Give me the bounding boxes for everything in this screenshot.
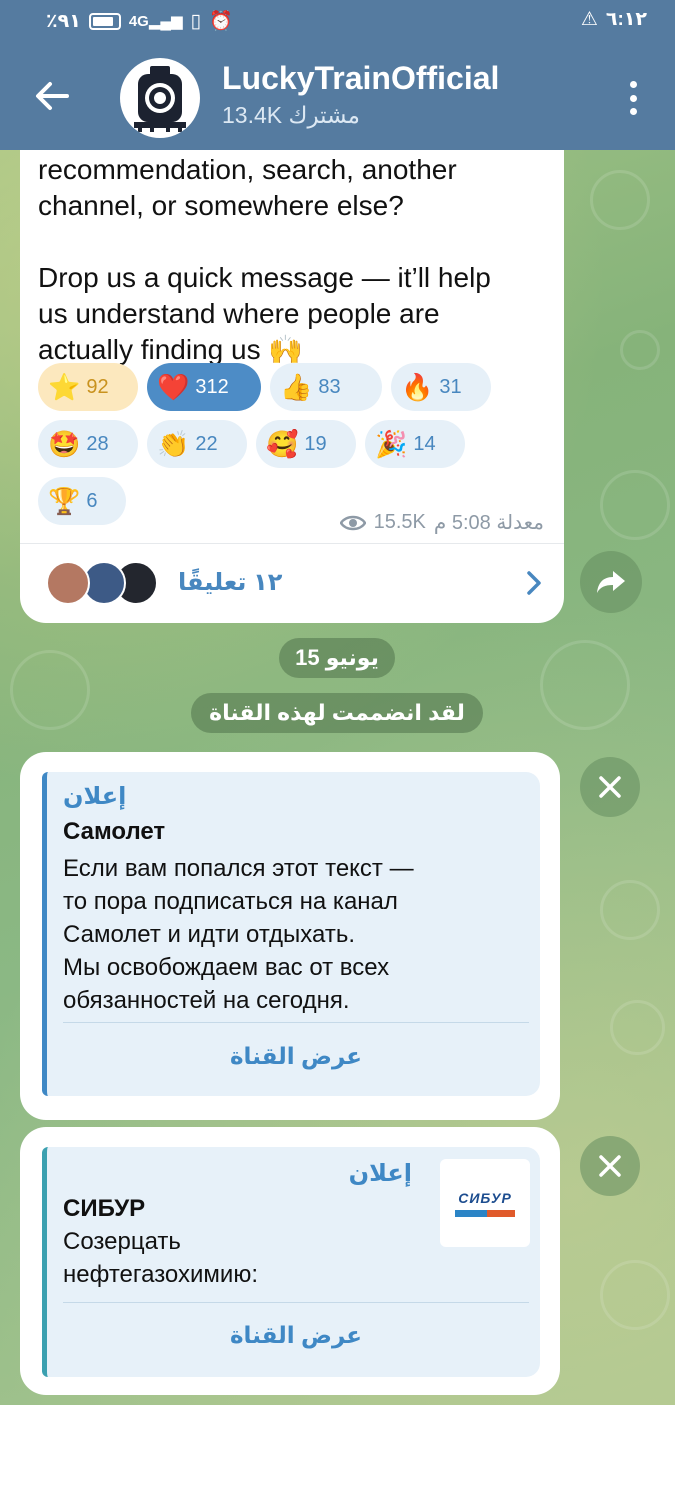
- commenter-avatar: [46, 561, 90, 605]
- reaction-count: 92: [86, 375, 109, 398]
- ad-separator: [63, 1022, 529, 1023]
- reactions-bar: ⭐ 92 ❤️ 312 👍 83 🔥 31 🤩 28 👏 22 🥰 19 🎉 1…: [38, 363, 498, 525]
- heart-icon: ❤️: [157, 372, 190, 402]
- logo-stripe: [455, 1209, 515, 1217]
- reaction-clap[interactable]: 👏 22: [147, 420, 247, 468]
- ad-title: СИБУР: [63, 1195, 146, 1222]
- arrow-left-icon: [36, 82, 69, 110]
- reaction-count: 28: [86, 432, 109, 455]
- menu-dot: [629, 81, 637, 88]
- eye-icon: [339, 515, 366, 530]
- battery-percent: ٪٩١: [46, 10, 81, 32]
- reaction-count: 83: [318, 375, 341, 398]
- sponsored-message: إعلان Самолет Если вам попался этот текс…: [20, 752, 560, 1120]
- train-logo-icon: [122, 60, 198, 136]
- date-separator: 15 يونيو: [279, 638, 395, 678]
- battery-icon: [88, 12, 121, 30]
- smiling-hearts-icon: 🥰: [266, 429, 299, 459]
- star-icon: ⭐: [48, 372, 81, 402]
- reaction-count: 22: [195, 432, 218, 455]
- post-text: recommendation, search, another channel,…: [38, 154, 491, 365]
- status-left: ٪٩١ 4G▂▄▆ ▯ ⏰: [46, 9, 233, 33]
- sponsored-card: إعلان Самолет Если вам попался этот текс…: [42, 772, 540, 1096]
- trophy-icon: 🏆: [48, 486, 81, 516]
- alarm-icon: ⏰: [209, 11, 233, 32]
- reaction-count: 31: [439, 375, 462, 398]
- party-popper-icon: 🎉: [375, 429, 408, 459]
- channel-title[interactable]: LuckyTrainOfficial: [222, 60, 499, 97]
- fire-icon: 🔥: [401, 372, 434, 402]
- clap-icon: 👏: [157, 429, 190, 459]
- reaction-count: 14: [413, 432, 436, 455]
- reaction-star[interactable]: ⭐ 92: [38, 363, 138, 411]
- joined-channel-notice: لقد انضممت لهذه القناة: [191, 693, 483, 733]
- vibrate-icon: ▯: [190, 10, 201, 32]
- menu-dot: [629, 108, 637, 115]
- ad-separator: [63, 1302, 529, 1303]
- network-label: 4G: [128, 13, 149, 30]
- view-channel-button[interactable]: عرض القناة: [63, 1308, 529, 1362]
- menu-dot: [629, 94, 637, 102]
- subscriber-count: 13.4K مشترك: [222, 102, 360, 128]
- status-right: ⚠ ٦:١٢: [581, 8, 647, 31]
- share-button[interactable]: [580, 551, 642, 613]
- ad-label: إعلان: [63, 783, 127, 810]
- ad-body: Если вам попался этот текст — то пора по…: [63, 855, 414, 1014]
- reaction-count: 312: [195, 375, 229, 398]
- logo-text: СИБУР: [458, 1189, 512, 1206]
- channel-post: recommendation, search, another channel,…: [20, 100, 564, 623]
- status-bar: ٪٩١ 4G▂▄▆ ▯ ⏰ ⚠ ٦:١٢: [0, 0, 675, 42]
- edited-time: معدلة 5:08 م: [433, 512, 544, 534]
- reaction-count: 6: [86, 489, 98, 512]
- reaction-smiling-hearts[interactable]: 🥰 19: [256, 420, 356, 468]
- close-icon: [599, 1155, 621, 1177]
- ad-body: Созерцать нефтегазохимию:: [63, 1228, 258, 1288]
- reaction-heart[interactable]: ❤️ 312: [147, 363, 261, 411]
- post-meta: 15.5K معدلة 5:08 م: [339, 510, 544, 535]
- view-count: 15.5K: [373, 511, 426, 533]
- channel-avatar[interactable]: [120, 58, 200, 138]
- view-channel-button[interactable]: عرض القناة: [63, 1029, 529, 1083]
- close-icon: [599, 776, 621, 798]
- reaction-party[interactable]: 🎉 14: [365, 420, 465, 468]
- reaction-count: 19: [304, 432, 327, 455]
- warning-icon: ⚠: [580, 9, 598, 30]
- comments-button[interactable]: ١٢ تعليقًا: [20, 544, 564, 623]
- more-options-button[interactable]: [619, 76, 647, 120]
- top-bar: ٪٩١ 4G▂▄▆ ▯ ⏰ ⚠ ٦:١٢ LuckyTrainOfficial …: [0, 0, 675, 150]
- sponsored-message: إعلان СИБУР СИБУР Созерцать нефтегазохим…: [20, 1127, 560, 1395]
- ad-title: Самолет: [63, 818, 166, 845]
- comments-count: ١٢ تعليقًا: [178, 569, 283, 596]
- clock: ٦:١٢: [605, 9, 647, 30]
- star-struck-icon: 🤩: [48, 429, 81, 459]
- back-button[interactable]: [28, 72, 76, 120]
- reaction-fire[interactable]: 🔥 31: [391, 363, 491, 411]
- close-ad-button[interactable]: [580, 1136, 640, 1196]
- sponsored-card: إعلان СИБУР СИБУР Созерцать нефтегазохим…: [42, 1147, 540, 1377]
- advertiser-logo: СИБУР: [440, 1159, 530, 1247]
- signal-icon: 4G▂▄▆: [128, 13, 183, 30]
- chevron-right-icon: [527, 571, 541, 595]
- close-ad-button[interactable]: [580, 757, 640, 817]
- reaction-thumbs-up[interactable]: 👍 83: [270, 363, 382, 411]
- reaction-trophy[interactable]: 🏆 6: [38, 477, 126, 525]
- share-icon: [597, 571, 625, 593]
- thumbs-up-icon: 👍: [280, 372, 313, 402]
- ad-label: إعلان: [348, 1160, 412, 1187]
- reaction-star-struck[interactable]: 🤩 28: [38, 420, 138, 468]
